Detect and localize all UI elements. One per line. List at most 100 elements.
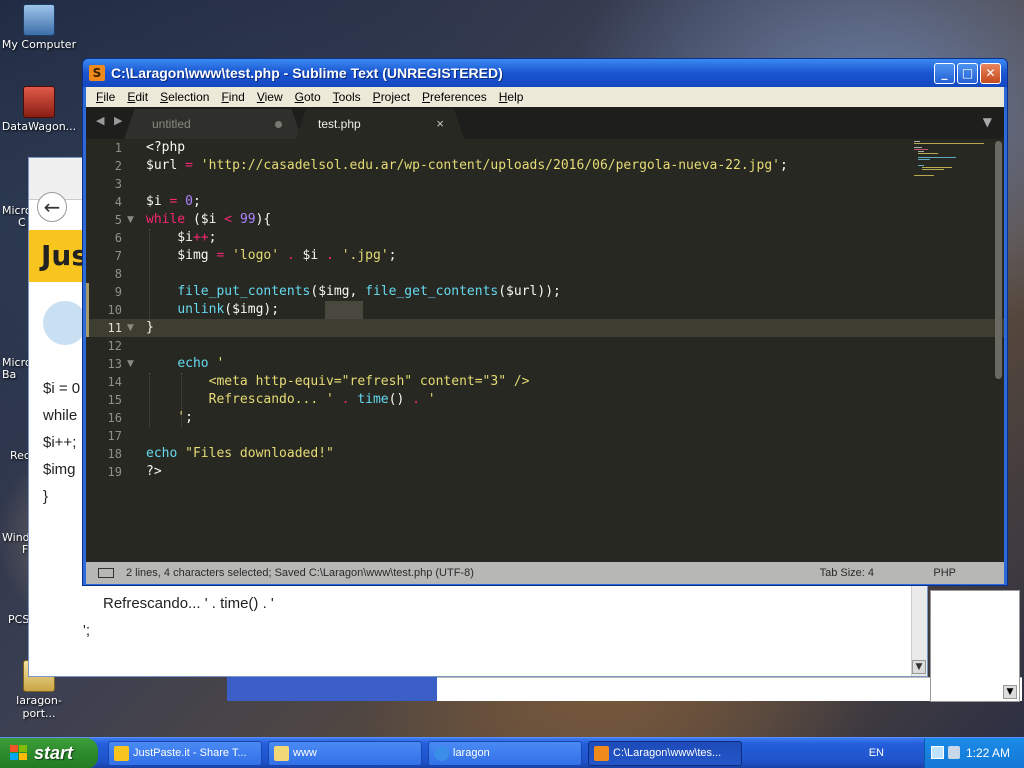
network-icon[interactable] xyxy=(931,746,944,759)
fold-arrow-icon[interactable]: ▼ xyxy=(127,355,134,373)
line-number: 9 xyxy=(114,285,122,299)
line-number-gutter: 1 2 3 4 5 6 7 8 9 10 11 12 13 14 15 16 1… xyxy=(86,139,142,562)
menu-edit[interactable]: Edit xyxy=(121,90,154,104)
menu-selection[interactable]: Selection xyxy=(154,90,215,104)
line-number-current: 11 xyxy=(107,321,122,335)
browser-icon xyxy=(114,746,129,761)
taskbar-button-sublime[interactable]: C:\Laragon\www\tes... xyxy=(588,741,742,766)
minimap[interactable] xyxy=(914,139,990,199)
paste-code-line: $img xyxy=(43,461,76,478)
window-title: C:\Laragon\www\test.php - Sublime Text (… xyxy=(111,65,503,81)
menu-preferences[interactable]: Preferences xyxy=(416,90,493,104)
window-titlebar[interactable]: S C:\Laragon\www\test.php - Sublime Text… xyxy=(83,59,1007,87)
code-text-area[interactable]: <?php $url = 'http://casadelsol.edu.ar/w… xyxy=(146,139,914,562)
sublime-text-icon xyxy=(594,746,609,761)
shortcut-icon xyxy=(23,86,55,118)
tab-list-dropdown-icon[interactable]: ▼ xyxy=(983,115,992,129)
taskbar-button-label: laragon xyxy=(453,747,490,759)
taskbar-button-label: www xyxy=(293,747,317,759)
line-number: 17 xyxy=(107,429,122,443)
code-line: echo ' xyxy=(177,356,225,371)
fold-arrow-icon[interactable]: ▼ xyxy=(127,319,134,337)
code-line: file_put_contents($img, file_get_content… xyxy=(177,284,561,299)
fold-arrow-icon[interactable]: ▼ xyxy=(127,211,134,229)
line-number: 10 xyxy=(107,303,122,317)
taskbar-button-www[interactable]: www xyxy=(268,741,422,766)
code-line: echo "Files downloaded!" xyxy=(146,446,334,461)
code-line: $i = 0; xyxy=(146,194,201,209)
arrow-left-icon[interactable]: ← xyxy=(37,192,67,222)
menu-tools[interactable]: Tools xyxy=(327,90,367,104)
menu-bar: File Edit Selection Find View Goto Tools… xyxy=(86,87,1004,107)
code-line: <?php xyxy=(146,140,186,155)
line-number: 8 xyxy=(114,267,122,281)
tab-untitled[interactable]: untitled xyxy=(124,109,302,139)
line-number: 14 xyxy=(107,375,122,389)
menu-goto[interactable]: Goto xyxy=(289,90,327,104)
background-window-strip xyxy=(227,677,437,701)
start-button[interactable]: start xyxy=(0,738,98,768)
minimize-icon[interactable]: _ xyxy=(934,62,955,84)
tab-scroll-arrows-icon[interactable]: ◀ ▶ xyxy=(96,114,125,127)
desktop-icon-my-computer[interactable]: My Computer xyxy=(0,4,78,51)
code-line: <meta http-equiv="refresh" content="3" /… xyxy=(146,374,530,389)
line-number: 15 xyxy=(107,393,122,407)
security-icon[interactable] xyxy=(948,746,960,759)
menu-help[interactable]: Help xyxy=(493,90,530,104)
line-number: 4 xyxy=(114,195,122,209)
tab-close-icon[interactable]: × xyxy=(436,109,444,139)
desktop-icon-label: My Computer xyxy=(1,38,77,51)
desktop-edge-label: PCS xyxy=(8,613,30,626)
menu-project[interactable]: Project xyxy=(367,90,416,104)
taskbar-button-laragon[interactable]: laragon xyxy=(428,741,582,766)
code-editor[interactable]: 1 2 3 4 5 6 7 8 9 10 11 12 13 14 15 16 1… xyxy=(86,139,1004,562)
code-line: ?> xyxy=(146,464,162,479)
menu-find[interactable]: Find xyxy=(215,90,250,104)
maximize-icon[interactable]: □ xyxy=(957,62,978,84)
paste-code-line: $i++; xyxy=(43,434,77,451)
line-number: 7 xyxy=(114,249,122,263)
taskbar: start JustPaste.it - Share T... www lara… xyxy=(0,737,1024,768)
clock[interactable]: 1:22 AM xyxy=(966,738,1010,768)
paste-code-line: '; xyxy=(83,622,91,639)
language-indicator[interactable]: EN xyxy=(869,738,884,768)
sublime-text-icon: S xyxy=(89,65,105,81)
menu-view[interactable]: View xyxy=(251,90,289,104)
line-number: 5 xyxy=(114,213,122,227)
line-number: 18 xyxy=(107,447,122,461)
scroll-down-icon[interactable]: ▼ xyxy=(912,660,926,674)
desktop-edge-label: C xyxy=(18,216,26,229)
menu-file[interactable]: File xyxy=(90,90,121,104)
windows-logo-icon xyxy=(10,745,28,761)
panel-toggle-icon[interactable] xyxy=(98,568,114,578)
close-icon[interactable]: ✕ xyxy=(980,62,1001,84)
desktop-icon-datawagon[interactable]: DataWagon... xyxy=(0,86,78,133)
code-line: while ($i < 99){ xyxy=(146,212,272,227)
unsaved-dot-icon[interactable] xyxy=(275,121,282,128)
line-number: 16 xyxy=(107,411,122,425)
status-tab-size[interactable]: Tab Size: 4 xyxy=(820,567,874,579)
scrollbar-thumb[interactable] xyxy=(995,141,1002,379)
tab-test-php[interactable]: test.php × xyxy=(296,109,464,139)
code-line: $url = 'http://casadelsol.edu.ar/wp-cont… xyxy=(146,158,788,173)
paste-code-line: $i = 0 xyxy=(43,380,81,397)
line-number: 19 xyxy=(107,465,122,479)
line-number: 13 xyxy=(107,357,122,371)
paste-code-line: while xyxy=(43,407,78,424)
start-label: start xyxy=(34,743,74,763)
desktop-edge-label: Ba xyxy=(2,368,17,381)
system-tray: 1:22 AM xyxy=(924,738,1024,768)
status-syntax[interactable]: PHP xyxy=(933,567,956,579)
line-number: 3 xyxy=(114,177,122,191)
vertical-scrollbar[interactable] xyxy=(992,139,1002,562)
code-line: unlink($img); xyxy=(177,302,280,317)
tab-bar: ◀ ▶ untitled test.php × ▼ xyxy=(86,107,1004,139)
code-line: } xyxy=(146,320,154,335)
text-selection xyxy=(325,301,363,319)
scroll-down-icon[interactable]: ▼ xyxy=(1003,685,1017,699)
code-line: '; xyxy=(146,410,193,425)
taskbar-button-label: C:\Laragon\www\tes... xyxy=(613,747,722,759)
taskbar-button-justpaste[interactable]: JustPaste.it - Share T... xyxy=(108,741,262,766)
code-line: $i++; xyxy=(146,230,217,245)
sublime-text-window: S C:\Laragon\www\test.php - Sublime Text… xyxy=(82,58,1008,586)
